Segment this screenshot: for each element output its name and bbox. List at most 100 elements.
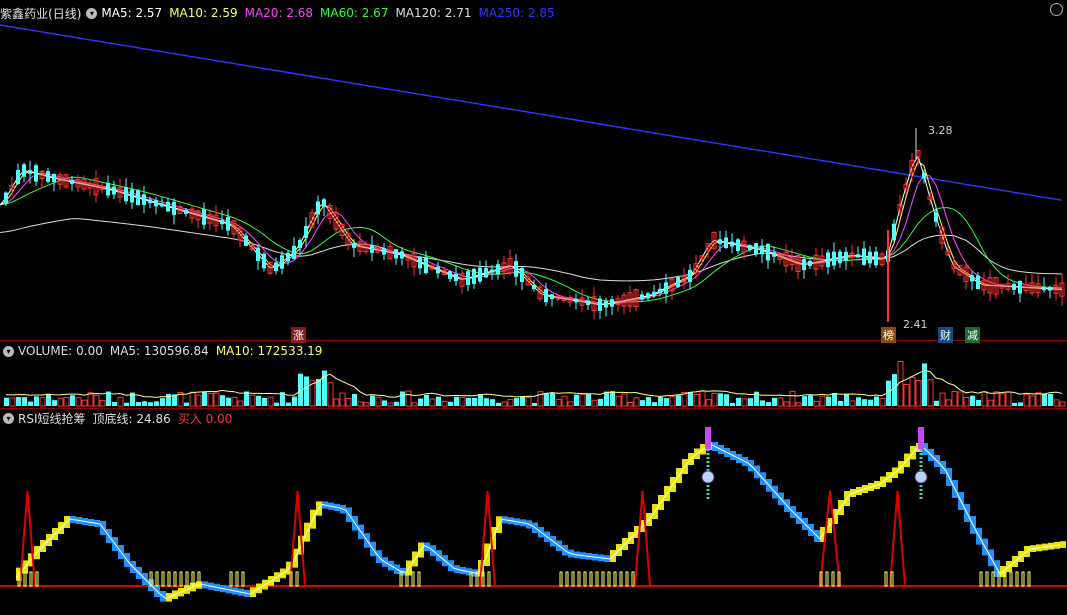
face-icon	[914, 470, 928, 484]
signal-tick	[229, 571, 233, 587]
signal-tick	[985, 571, 989, 587]
volume-bar-down	[226, 397, 231, 406]
volume-bar-down	[382, 400, 387, 406]
candle-down	[856, 254, 860, 258]
ma5-line	[0, 154, 1063, 306]
volume-bar-up	[633, 397, 640, 407]
candle-down	[544, 289, 548, 303]
rsi-name: RSI短线抢筹	[18, 411, 86, 426]
volume-bar-down	[148, 402, 153, 406]
volume-bar-up	[39, 397, 46, 407]
signal-tick	[831, 571, 835, 587]
candle-down	[724, 237, 728, 249]
signal-tick	[179, 571, 183, 587]
candle-down	[34, 165, 38, 182]
candle-down	[316, 201, 320, 215]
volume-bar-down	[46, 393, 51, 406]
volume-settings-icon[interactable]: ▾	[3, 345, 14, 357]
volume-bar-down	[874, 396, 879, 406]
tag-finance[interactable]: 财	[938, 327, 953, 343]
ma20-legend: MA20: 2.68	[244, 6, 314, 20]
rsi-panel[interactable]: ▾ RSI短线抢筹 顶底线: 24.86 买入 0.00	[0, 409, 1067, 615]
volume-bar-up	[9, 397, 16, 407]
ma60-line	[0, 176, 1063, 303]
signal-tick	[23, 571, 27, 587]
volume-bar-down	[22, 397, 27, 406]
volume-bar-up	[699, 390, 706, 407]
signal-tick	[589, 571, 593, 587]
volume-bar-up	[849, 400, 856, 407]
signal-tick	[1027, 571, 1031, 587]
indicator-settings-icon[interactable]: ▾	[86, 7, 98, 19]
volume-bar-up	[87, 392, 94, 407]
volume-bar-up	[819, 395, 826, 407]
signal-tick	[161, 571, 165, 587]
candle-down	[604, 300, 608, 308]
candle-down	[448, 271, 452, 279]
volume-bar-up	[1029, 395, 1036, 407]
volume-bar-down	[868, 399, 873, 406]
volume-bar-up	[81, 399, 88, 407]
volume-bar-down	[202, 391, 207, 406]
candle-down	[22, 164, 26, 177]
candlestick-chart[interactable]	[0, 0, 1067, 340]
volume-bar-down	[532, 402, 537, 406]
rsi-settings-icon[interactable]: ▾	[3, 412, 14, 424]
candle-down	[286, 252, 290, 262]
volume-bar-down	[124, 402, 129, 406]
volume-bar-down	[112, 401, 117, 406]
volume-bar-up	[813, 400, 820, 407]
volume-bar-up	[99, 399, 106, 407]
volume-bar-up	[213, 392, 220, 407]
tag-rise[interactable]: 涨	[291, 327, 306, 343]
volume-bar-down	[646, 397, 651, 406]
low-price-label: 2.41	[903, 318, 928, 331]
volume-bar-up	[669, 396, 676, 407]
signal-tick	[1021, 571, 1025, 587]
volume-bar-down	[256, 395, 261, 406]
candle-down	[808, 260, 812, 266]
price-chart-panel[interactable]: 紫鑫药业 (日线) ▾ MA5: 2.57 MA10: 2.59 MA20: 2…	[0, 0, 1067, 343]
volume-bar-down	[244, 391, 249, 406]
volume-bar-down	[844, 394, 849, 406]
signal-tick	[1009, 571, 1013, 587]
candle-down	[256, 247, 260, 261]
candle-down	[832, 251, 836, 266]
volume-bar-down	[400, 391, 405, 406]
volume-bar-down	[136, 402, 141, 406]
volume-bar-down	[184, 402, 189, 406]
volume-bar-down	[472, 397, 477, 406]
volume-bar-up	[267, 396, 274, 407]
rsi-line: 顶底线: 24.86	[92, 411, 171, 426]
candle-down	[718, 239, 722, 244]
volume-bar-down	[550, 392, 555, 406]
volume-bar-down	[262, 397, 267, 406]
volume-bar-down	[544, 392, 549, 406]
candle-down	[874, 251, 878, 266]
volume-bar-up	[627, 401, 634, 407]
candle-down	[496, 264, 500, 275]
volume-bar-down	[826, 396, 831, 406]
signal-tick	[411, 571, 415, 587]
maximize-icon[interactable]	[1050, 3, 1063, 16]
signal-tick	[173, 571, 177, 587]
candle-down	[970, 275, 974, 282]
volume-bar-down	[418, 398, 423, 406]
volume-bar-down	[676, 395, 681, 406]
candle-down	[550, 294, 554, 300]
volume-bar-up	[63, 397, 70, 407]
rsi-chart[interactable]	[0, 409, 1067, 615]
volume-bar-up	[909, 376, 916, 407]
volume-bar-up	[363, 401, 370, 407]
candle-down	[160, 203, 164, 207]
volume-ma10: MA10: 172533.19	[215, 344, 323, 358]
tag-reduce[interactable]: 减	[965, 327, 980, 343]
volume-bar-down	[724, 394, 729, 406]
signal-tick	[631, 571, 635, 587]
period-label: (日线)	[48, 6, 82, 21]
volume-bar-down	[970, 395, 975, 406]
candle-down	[892, 223, 896, 241]
volume-bar-up	[879, 398, 886, 407]
tag-list[interactable]: 榜	[881, 327, 896, 343]
volume-panel[interactable]: ▾ VOLUME: 0.00 MA5: 130596.84 MA10: 1725…	[0, 342, 1067, 408]
